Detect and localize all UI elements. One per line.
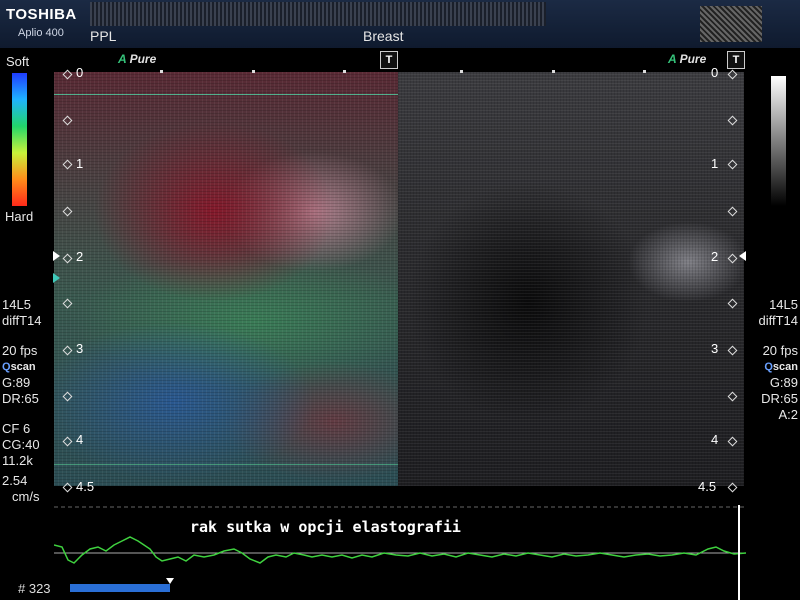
cg-label: CG:40 [2,437,40,452]
cine-cursor[interactable] [738,505,740,600]
depth-label: 4 [76,432,84,447]
cine-marker-icon[interactable] [166,578,174,584]
a-label: A:2 [778,407,798,422]
roi-bottom-line [54,464,398,465]
apure-a: A [118,52,127,66]
ecg-trace-area [54,506,746,564]
velocity-unit: cm/s [12,489,40,504]
fps-label: 20 fps [762,343,798,358]
qscan-q: Q [2,361,11,373]
depth-label: 2 [76,249,84,264]
qscan-q: Q [764,361,773,373]
tick-dot [252,70,255,73]
qscan-label: Qscan [744,359,798,375]
caption-text: rak sutka w opcji elastografii [190,518,461,536]
tick-dot [460,70,463,73]
tick-dot [343,70,346,73]
depth-label: 4 [711,432,719,447]
depth-label: 4.5 [76,479,95,494]
probe-label: 14L5 [769,297,798,312]
elasticity-color-bar [12,73,27,206]
soft-label: Soft [6,54,30,69]
depth-label: 3 [76,341,84,356]
cine-progress-bar[interactable] [70,584,170,592]
bmode-image[interactable] [398,72,744,486]
apure-text: Pure [129,52,157,66]
preset-label: Breast [363,28,404,44]
dr-label: DR:65 [761,391,798,406]
hard-label: Hard [5,209,34,224]
tick-dot [552,70,555,73]
t-button-right[interactable]: T [727,51,745,69]
id-block-redacted [700,6,762,42]
focus-marker-icon [53,251,60,261]
fps-label: 20 fps [2,343,38,358]
depth-label: 0 [711,65,719,80]
focus-marker-icon [739,251,746,261]
roi-top-line [54,94,398,95]
depth-label: 1 [76,156,84,171]
depth-label: 3 [711,341,719,356]
qscan-text: scan [10,361,36,373]
apure-left: A Pure [118,52,156,66]
apure-a: A [668,52,677,66]
gain-label: G:89 [769,375,798,390]
gain-label: G:89 [2,375,31,390]
mode-label: PPL [90,28,117,44]
depth-label: 4.5 [698,479,717,494]
elastography-image[interactable] [54,72,398,486]
model-label: Aplio 400 [18,27,64,39]
depth-label: 2 [711,249,719,264]
patient-info-redacted [90,2,546,26]
mode-label: diffT14 [2,313,42,328]
depth-label: 0 [76,65,84,80]
mode-label: diffT14 [758,313,798,328]
cf-label: CF 6 [2,421,31,436]
frame-counter: # 323 [18,581,51,596]
apure-right: A Pure [668,52,706,66]
left-params: 14L5 diffT14 20 fps Qscan G:89 DR:65 CF … [2,297,42,505]
roi-marker-icon [53,273,60,283]
tick-dot [643,70,646,73]
probe-label: 14L5 [2,297,31,312]
prf-label: 11.2k [2,453,33,468]
grayscale-bar [771,76,786,206]
right-params: 14L5 diffT14 20 fps Qscan G:89 DR:65 A:2 [744,297,798,423]
t-button-left[interactable]: T [380,51,398,69]
ecg-trace [54,536,746,564]
qscan-text: scan [772,361,798,373]
qscan-label: Qscan [2,359,42,375]
tick-dot [160,70,163,73]
apure-text: Pure [679,52,707,66]
depth-label: 1 [711,156,719,171]
dr-label: DR:65 [2,391,39,406]
velocity-label: 2.54 [2,473,28,488]
brand-logo: TOSHIBA [6,6,77,23]
